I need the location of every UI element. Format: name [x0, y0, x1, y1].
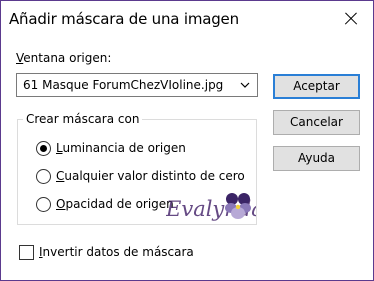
- radio-nonzero-label[interactable]: Cualquier valor distinto de cero: [56, 169, 245, 183]
- dialog-window: Añadir máscara de una imagen Ventana ori…: [0, 0, 374, 281]
- radio-luminance-rest: uminancia de origen: [62, 141, 186, 155]
- radio-opacity-label[interactable]: Opacidad de origen: [56, 197, 174, 211]
- invert-checkbox[interactable]: [19, 245, 34, 260]
- source-label: Ventana origen:: [16, 51, 111, 65]
- source-dropdown-value: 61 Masque ForumChezVIoline.jpg: [23, 78, 224, 92]
- cancel-button[interactable]: Cancelar: [273, 110, 360, 135]
- mask-source-group-caption: Crear máscara con: [23, 112, 143, 126]
- close-icon[interactable]: [337, 5, 365, 33]
- radio-opacity[interactable]: [36, 197, 51, 212]
- source-dropdown[interactable]: 61 Masque ForumChezVIoline.jpg: [16, 73, 258, 97]
- radio-nonzero-rest: ualquier valor distinto de cero: [64, 169, 245, 183]
- watermark-signature: Evalynda: [166, 193, 256, 221]
- invert-rest: nvertir datos de máscara: [42, 245, 194, 259]
- help-button[interactable]: Ayuda: [273, 146, 360, 171]
- source-label-rest: entana origen:: [23, 51, 112, 65]
- invert-checkbox-label[interactable]: Invertir datos de máscara: [39, 245, 194, 259]
- radio-luminance-label[interactable]: Luminancia de origen: [56, 141, 186, 155]
- radio-nonzero[interactable]: [36, 169, 51, 184]
- dialog-title: Añadir máscara de una imagen: [9, 10, 239, 28]
- radio-opacity-rest: pacidad de origen: [65, 197, 174, 211]
- chevron-down-icon: [240, 82, 250, 88]
- radio-luminance[interactable]: [36, 141, 51, 156]
- accept-button[interactable]: Aceptar: [273, 74, 360, 99]
